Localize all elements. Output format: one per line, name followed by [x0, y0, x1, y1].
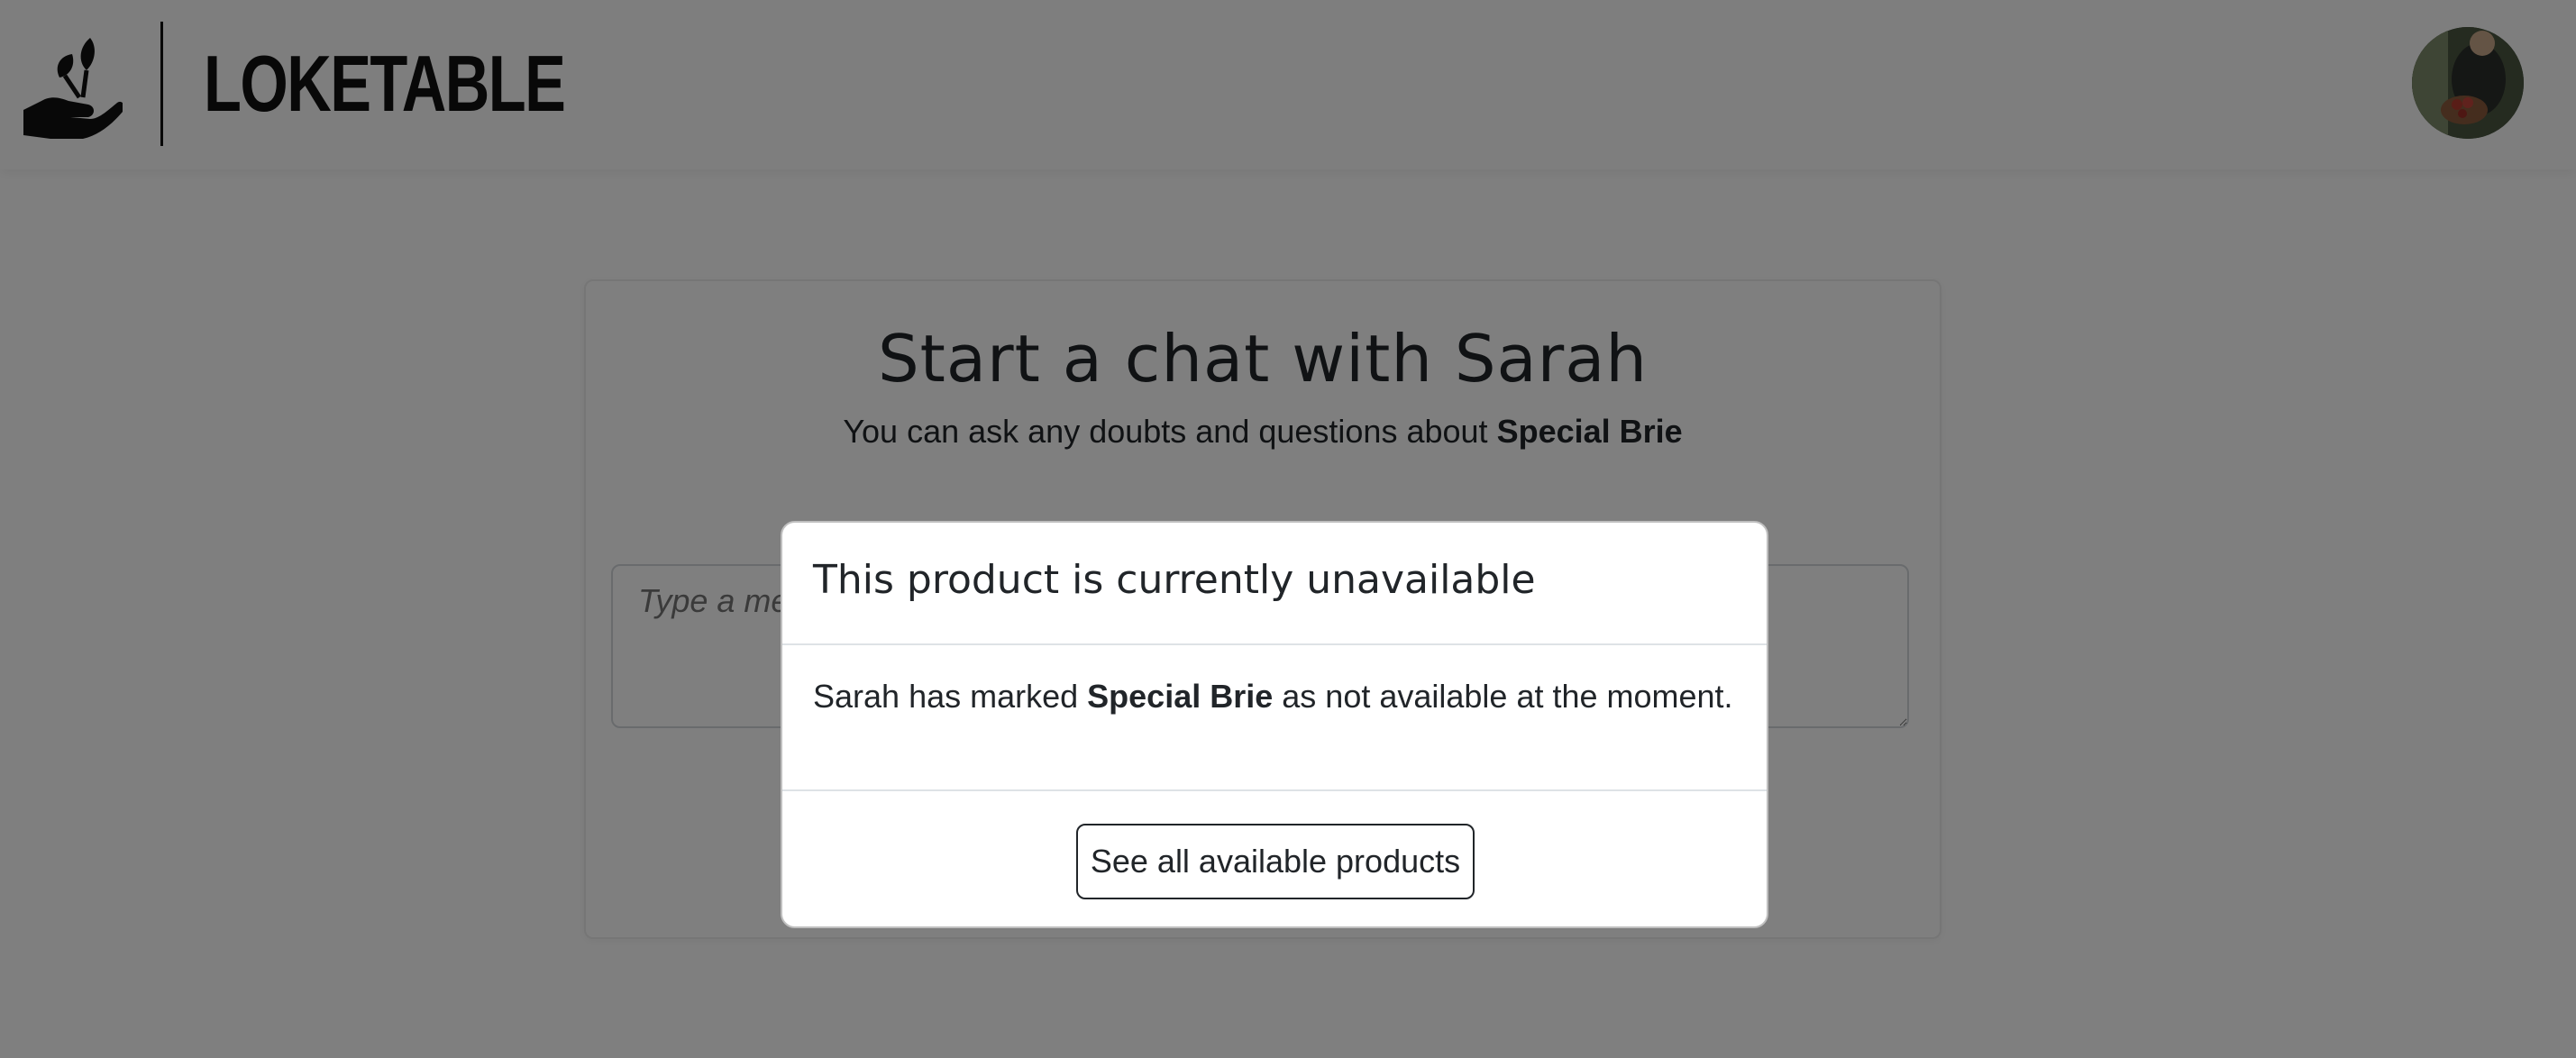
modal-body-suffix: as not available at the moment.: [1273, 678, 1733, 715]
modal-body: Sarah has marked Special Brie as not ava…: [813, 678, 1733, 716]
modal-title: This product is currently unavailable: [813, 557, 1536, 603]
unavailable-modal: This product is currently unavailable Sa…: [781, 521, 1768, 928]
see-all-products-button[interactable]: See all available products: [1076, 824, 1475, 899]
page: LOKETABLE Start a chat with Sarah You ca…: [0, 0, 2576, 1058]
modal-header: This product is currently unavailable: [782, 523, 1767, 645]
modal-footer: See all available products: [782, 789, 1767, 926]
modal-body-prefix: Sarah has marked: [813, 678, 1088, 715]
modal-product-name: Special Brie: [1087, 678, 1274, 715]
